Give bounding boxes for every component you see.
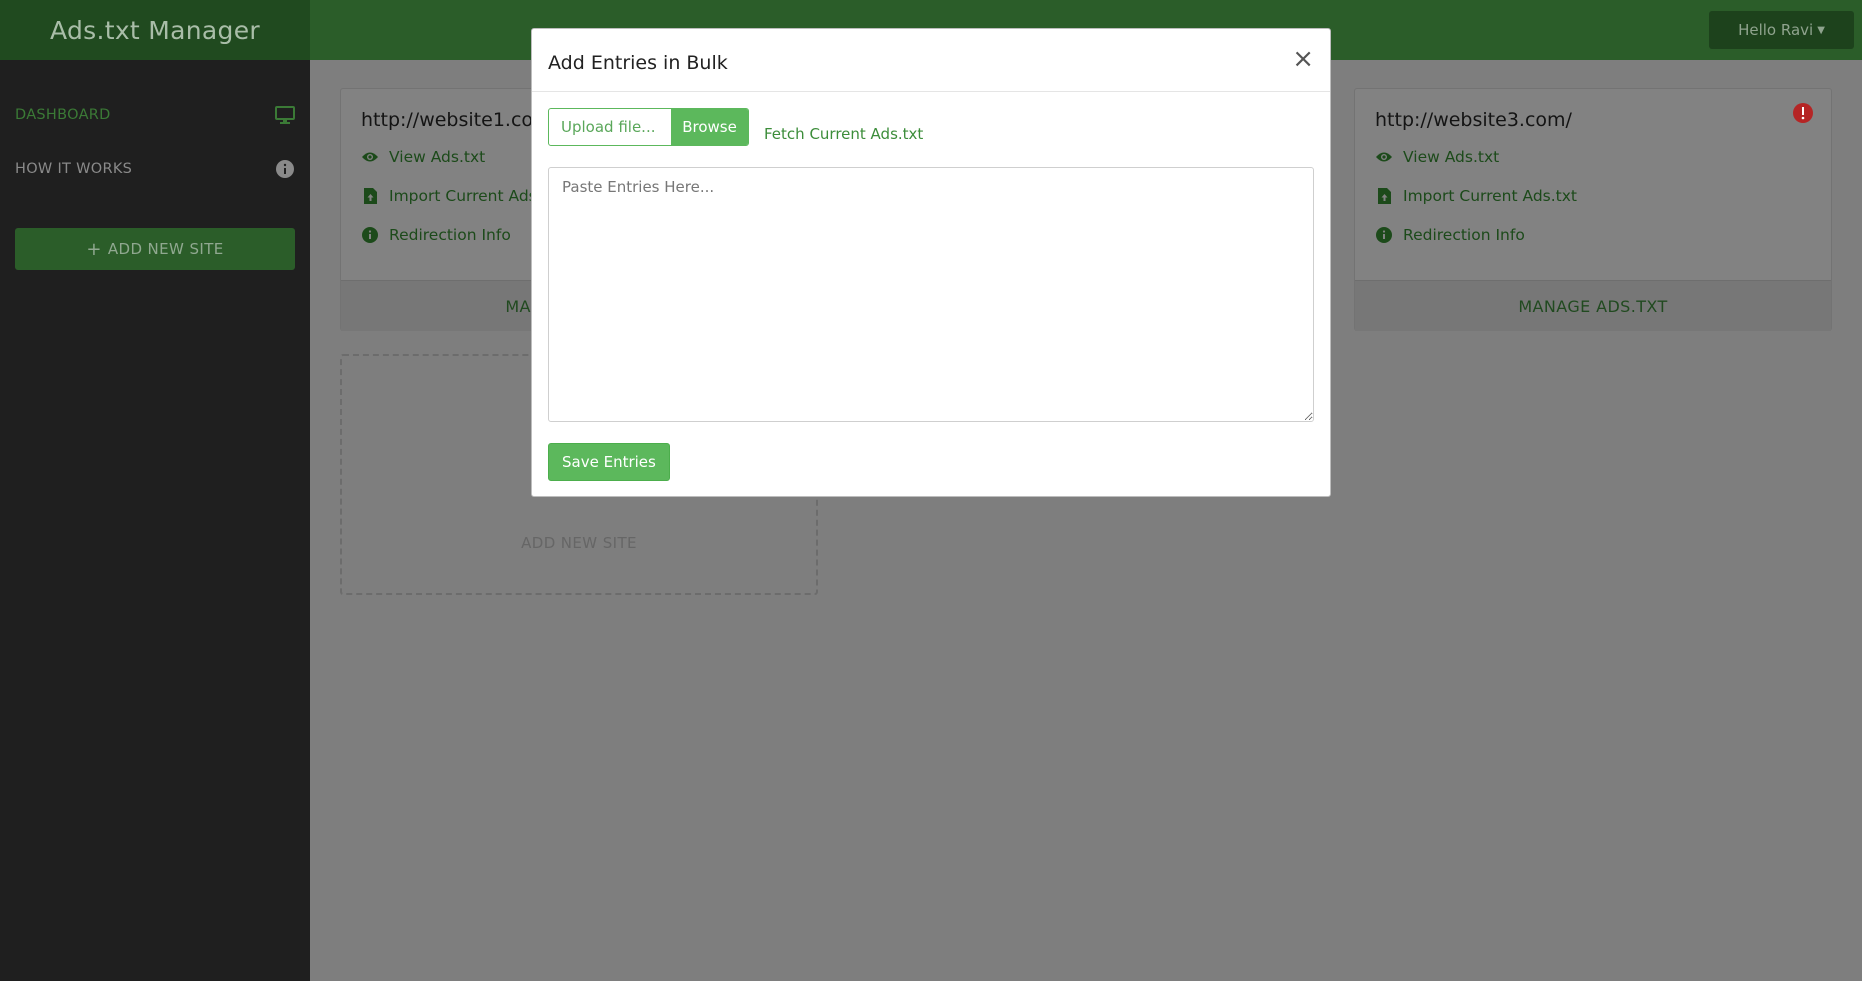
add-new-site-card-label: ADD NEW SITE: [521, 533, 637, 552]
eye-icon: [1375, 148, 1393, 166]
view-ads-txt-link[interactable]: View Ads.txt: [1375, 137, 1811, 176]
upload-file-placeholder[interactable]: Upload file...: [549, 109, 671, 145]
site-card: http://website3.com/ View Ads.txt Import…: [1354, 88, 1832, 331]
import-current-ads-txt-link[interactable]: Import Current Ads.txt: [1375, 176, 1811, 215]
add-new-site-label: ADD NEW SITE: [107, 240, 224, 258]
caret-down-icon: ▼: [1817, 24, 1825, 36]
modal-header: Add Entries in Bulk ×: [532, 29, 1330, 92]
sidebar-item-label: DASHBOARD: [15, 107, 111, 123]
sidebar-item-label: HOW IT WORKS: [15, 161, 133, 177]
redirection-info-link[interactable]: Redirection Info: [1375, 215, 1811, 254]
file-upload-row: Upload file... Browse Fetch Current Ads.…: [548, 108, 1314, 146]
close-icon[interactable]: ×: [1292, 46, 1314, 72]
sidebar-nav: DASHBOARD HOW IT WORKS: [0, 60, 310, 196]
manage-ads-txt-button[interactable]: MANAGE ADS.TXT: [1355, 280, 1831, 331]
file-upload-icon: [361, 187, 379, 205]
alert-icon[interactable]: [1793, 103, 1813, 123]
fetch-current-ads-txt-link[interactable]: Fetch Current Ads.txt: [764, 125, 923, 143]
sidebar-item-dashboard[interactable]: DASHBOARD: [0, 88, 310, 142]
file-upload-input[interactable]: Upload file... Browse: [548, 108, 749, 146]
site-url: http://website3.com/: [1375, 109, 1572, 131]
paste-entries-textarea[interactable]: [548, 167, 1314, 422]
info-circle-icon: [361, 226, 379, 244]
info-circle-icon: [1375, 226, 1393, 244]
sidebar-item-how-it-works[interactable]: HOW IT WORKS: [0, 142, 310, 196]
modal-title: Add Entries in Bulk: [548, 52, 728, 74]
add-new-site-button[interactable]: + ADD NEW SITE: [15, 228, 295, 270]
app-brand[interactable]: Ads.txt Manager: [0, 0, 310, 60]
plus-icon: +: [86, 238, 102, 260]
user-menu-button[interactable]: Hello Ravi ▼: [1709, 11, 1854, 49]
eye-icon: [361, 148, 379, 166]
file-upload-icon: [1375, 187, 1393, 205]
info-icon: [275, 159, 295, 179]
browse-button[interactable]: Browse: [671, 109, 748, 145]
add-entries-modal: Add Entries in Bulk × Upload file... Bro…: [531, 28, 1331, 497]
user-greeting: Hello Ravi: [1738, 21, 1814, 39]
modal-body: Upload file... Browse Fetch Current Ads.…: [532, 92, 1330, 481]
monitor-icon: [275, 105, 295, 125]
save-entries-button[interactable]: Save Entries: [548, 443, 670, 481]
sidebar: Ads.txt Manager DASHBOARD HOW IT WORKS +…: [0, 0, 310, 981]
